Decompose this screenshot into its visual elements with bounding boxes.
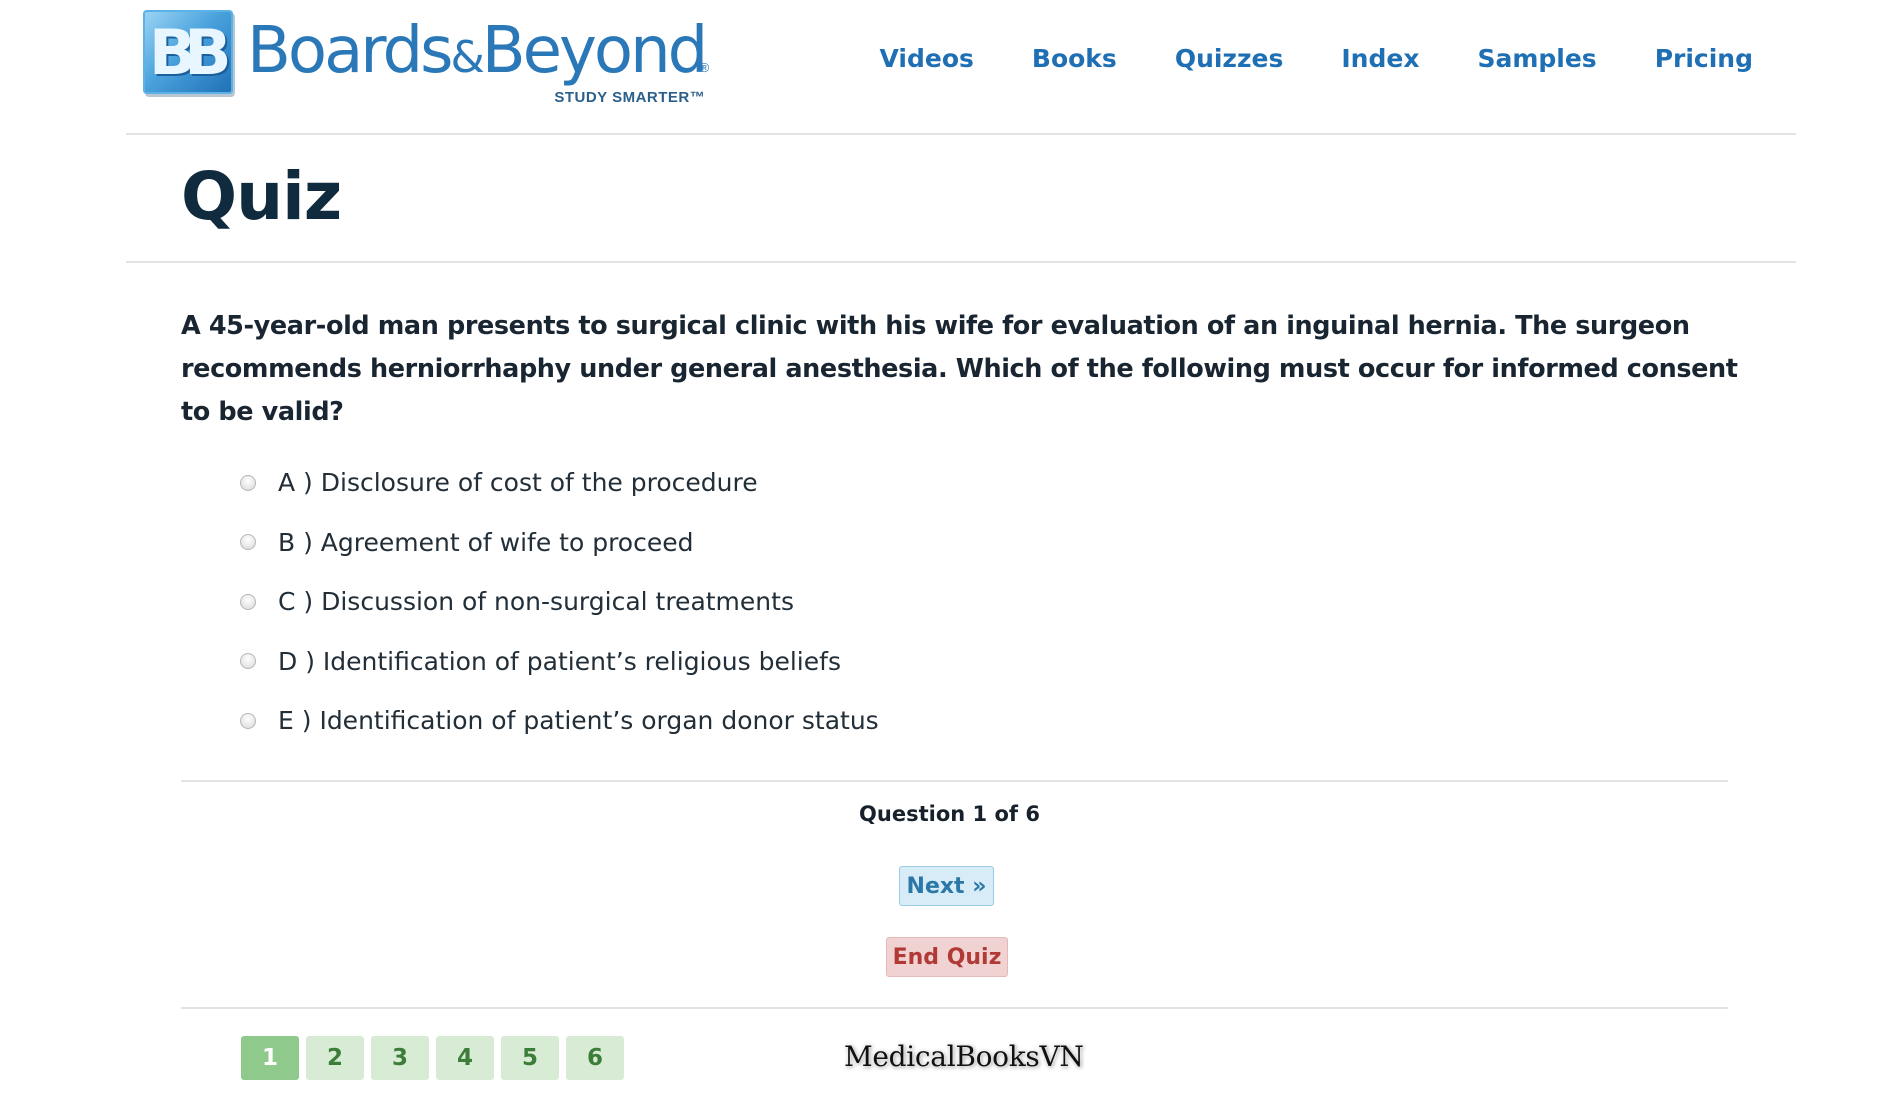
title-divider	[126, 261, 1796, 263]
page-button-4[interactable]: 4	[436, 1036, 494, 1080]
answer-label-c: C ) Discussion of non-surgical treatment…	[278, 587, 794, 617]
page-button-6[interactable]: 6	[566, 1036, 624, 1080]
nav-quizzes[interactable]: Quizzes	[1175, 44, 1284, 73]
answer-option-e[interactable]: E ) Identification of patient’s organ do…	[240, 691, 879, 751]
pager-divider	[181, 1007, 1728, 1009]
radio-button-a[interactable]	[240, 474, 256, 491]
answer-options: A ) Disclosure of cost of the procedure …	[240, 453, 879, 751]
answer-option-b[interactable]: B ) Agreement of wife to proceed	[240, 513, 879, 573]
page-button-2[interactable]: 2	[306, 1036, 364, 1080]
nav-books[interactable]: Books	[1032, 44, 1117, 73]
site-header: BB Boards&Beyond ® STUDY SMARTER™ Videos…	[0, 0, 1899, 134]
page-button-5[interactable]: 5	[501, 1036, 559, 1080]
next-button[interactable]: Next »	[899, 866, 994, 906]
question-pager: 1 2 3 4 5 6	[241, 1036, 631, 1080]
header-divider	[126, 133, 1796, 135]
answer-label-e: E ) Identification of patient’s organ do…	[278, 706, 879, 736]
answer-label-d: D ) Identification of patient’s religiou…	[278, 646, 841, 676]
answer-label-a: A ) Disclosure of cost of the procedure	[278, 468, 758, 498]
brand-name-amp: &	[450, 32, 484, 83]
page-button-3[interactable]: 3	[371, 1036, 429, 1080]
radio-button-c[interactable]	[240, 593, 256, 610]
brand-logo[interactable]: BB Boards&Beyond ® STUDY SMARTER™	[143, 10, 709, 106]
nav-pricing[interactable]: Pricing	[1655, 44, 1753, 73]
options-divider	[181, 780, 1728, 782]
brand-tagline: STUDY SMARTER™	[554, 89, 706, 106]
answer-option-c[interactable]: C ) Discussion of non-surgical treatment…	[240, 572, 879, 632]
watermark-text: MedicalBooksVN	[844, 1040, 1084, 1073]
brand-wordmark: Boards&Beyond ® STUDY SMARTER™	[247, 10, 709, 106]
radio-button-d[interactable]	[240, 653, 256, 670]
page-button-1[interactable]: 1	[241, 1036, 299, 1080]
nav-videos[interactable]: Videos	[880, 44, 974, 73]
brand-name-part1: Boards	[247, 14, 453, 88]
answer-label-b: B ) Agreement of wife to proceed	[278, 527, 694, 557]
answer-option-a[interactable]: A ) Disclosure of cost of the procedure	[240, 453, 879, 513]
brand-registered-mark: ®	[699, 60, 710, 75]
end-quiz-button[interactable]: End Quiz	[886, 937, 1008, 977]
answer-option-d[interactable]: D ) Identification of patient’s religiou…	[240, 632, 879, 692]
brand-name-part2: Beyond	[481, 14, 708, 88]
question-counter: Question 1 of 6	[859, 802, 1040, 826]
question-text: A 45-year-old man presents to surgical c…	[181, 311, 1738, 427]
radio-button-b[interactable]	[240, 534, 256, 551]
page-title: Quiz	[181, 158, 342, 235]
bb-badge-icon: BB	[143, 10, 233, 94]
nav-index[interactable]: Index	[1341, 44, 1419, 73]
nav-samples[interactable]: Samples	[1477, 44, 1596, 73]
bb-badge-text: BB	[149, 16, 231, 89]
main-nav: Videos Books Quizzes Index Samples Prici…	[822, 44, 1754, 73]
radio-button-e[interactable]	[240, 712, 256, 729]
